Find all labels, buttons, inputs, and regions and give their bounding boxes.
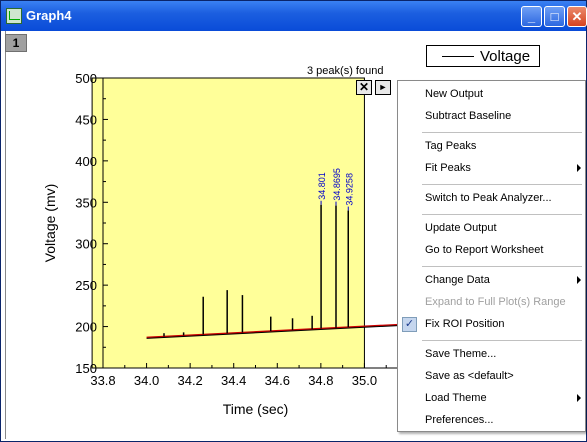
menu-item-label: Fit Peaks	[425, 162, 471, 174]
x-tick-label: 34.0	[134, 373, 159, 388]
roi-region[interactable]	[91, 77, 365, 369]
y-tick-label: 450	[75, 112, 97, 127]
menu-item-label: Save as <default>	[425, 370, 514, 382]
menu-item-load-theme[interactable]: Load Theme	[398, 388, 585, 410]
y-axis-label: Voltage (mv)	[42, 184, 58, 263]
submenu-arrow-icon	[577, 164, 581, 172]
menu-item-label: Tag Peaks	[425, 140, 477, 152]
legend-label: Voltage	[480, 48, 531, 65]
menu-item-label: Switch to Peak Analyzer...	[425, 192, 552, 204]
menu-item-label: Fix ROI Position	[425, 318, 505, 330]
menu-item-label: Preferences...	[425, 414, 494, 426]
x-tick-label: 33.8	[90, 373, 115, 388]
menu-item-label: Update Output	[425, 222, 497, 234]
y-tick-label: 350	[75, 195, 97, 210]
x-tick-label: 34.2	[177, 373, 202, 388]
menu-item-fit-peaks[interactable]: Fit Peaks	[398, 158, 585, 180]
roi-menu-arrow-button[interactable]: ►	[375, 80, 391, 95]
menu-separator	[422, 132, 582, 133]
x-tick-label: 35.0	[352, 373, 377, 388]
menu-item-save-theme[interactable]: Save Theme...	[398, 344, 585, 366]
menu-separator	[422, 214, 582, 215]
menu-item-label: Save Theme...	[425, 348, 497, 360]
y-tick-label: 400	[75, 154, 97, 169]
x-tick-label: 34.4	[221, 373, 246, 388]
x-tick-label: 34.6	[265, 373, 290, 388]
menu-item-label: Load Theme	[425, 392, 487, 404]
y-tick-label: 500	[75, 71, 97, 86]
roi-close-button[interactable]: ✕	[356, 80, 372, 95]
menu-item-switch-to-peak-analyzer[interactable]: Switch to Peak Analyzer...	[398, 188, 585, 210]
menu-item-tag-peaks[interactable]: Tag Peaks	[398, 136, 585, 158]
legend-line-sample	[442, 56, 474, 57]
menu-item-preferences[interactable]: Preferences...	[398, 410, 585, 432]
submenu-arrow-icon	[577, 276, 581, 284]
x-axis-label: Time (sec)	[223, 401, 289, 417]
menu-item-label: New Output	[425, 88, 484, 100]
menu-item-label: Expand to Full Plot(s) Range	[425, 296, 566, 308]
menu-separator	[422, 184, 582, 185]
menu-item-new-output[interactable]: New Output	[398, 84, 585, 106]
peak-label: 34.801	[317, 172, 327, 200]
menu-item-label: Change Data	[425, 274, 490, 286]
menu-item-save-as-default[interactable]: Save as <default>	[398, 366, 585, 388]
peak-label: 34.8695	[332, 168, 342, 201]
menu-item-update-output[interactable]: Update Output	[398, 218, 585, 240]
menu-item-fix-roi-position[interactable]: ✓ Fix ROI Position	[398, 314, 585, 336]
y-tick-label: 300	[75, 237, 97, 252]
menu-item-subtract-baseline[interactable]: Subtract Baseline	[398, 106, 585, 128]
menu-item-expand-to-full-plot-s-range: Expand to Full Plot(s) Range	[398, 292, 585, 314]
menu-separator	[422, 340, 582, 341]
peak-label: 34.9258	[344, 173, 354, 206]
y-tick-label: 250	[75, 278, 97, 293]
legend[interactable]: Voltage	[426, 45, 540, 67]
menu-item-label: Go to Report Worksheet	[425, 244, 544, 256]
context-menu: New Output Subtract Baseline Tag Peaks Fit …	[397, 80, 586, 432]
submenu-arrow-icon	[577, 394, 581, 402]
x-tick-label: 34.8	[308, 373, 333, 388]
peaks-found-status: 3 peak(s) found	[307, 65, 384, 77]
y-tick-label: 200	[75, 320, 97, 335]
menu-item-go-to-report-worksheet[interactable]: Go to Report Worksheet	[398, 240, 585, 262]
checkmark-icon: ✓	[402, 317, 417, 332]
menu-item-label: Subtract Baseline	[425, 110, 512, 122]
menu-item-change-data[interactable]: Change Data	[398, 270, 585, 292]
menu-separator	[422, 266, 582, 267]
